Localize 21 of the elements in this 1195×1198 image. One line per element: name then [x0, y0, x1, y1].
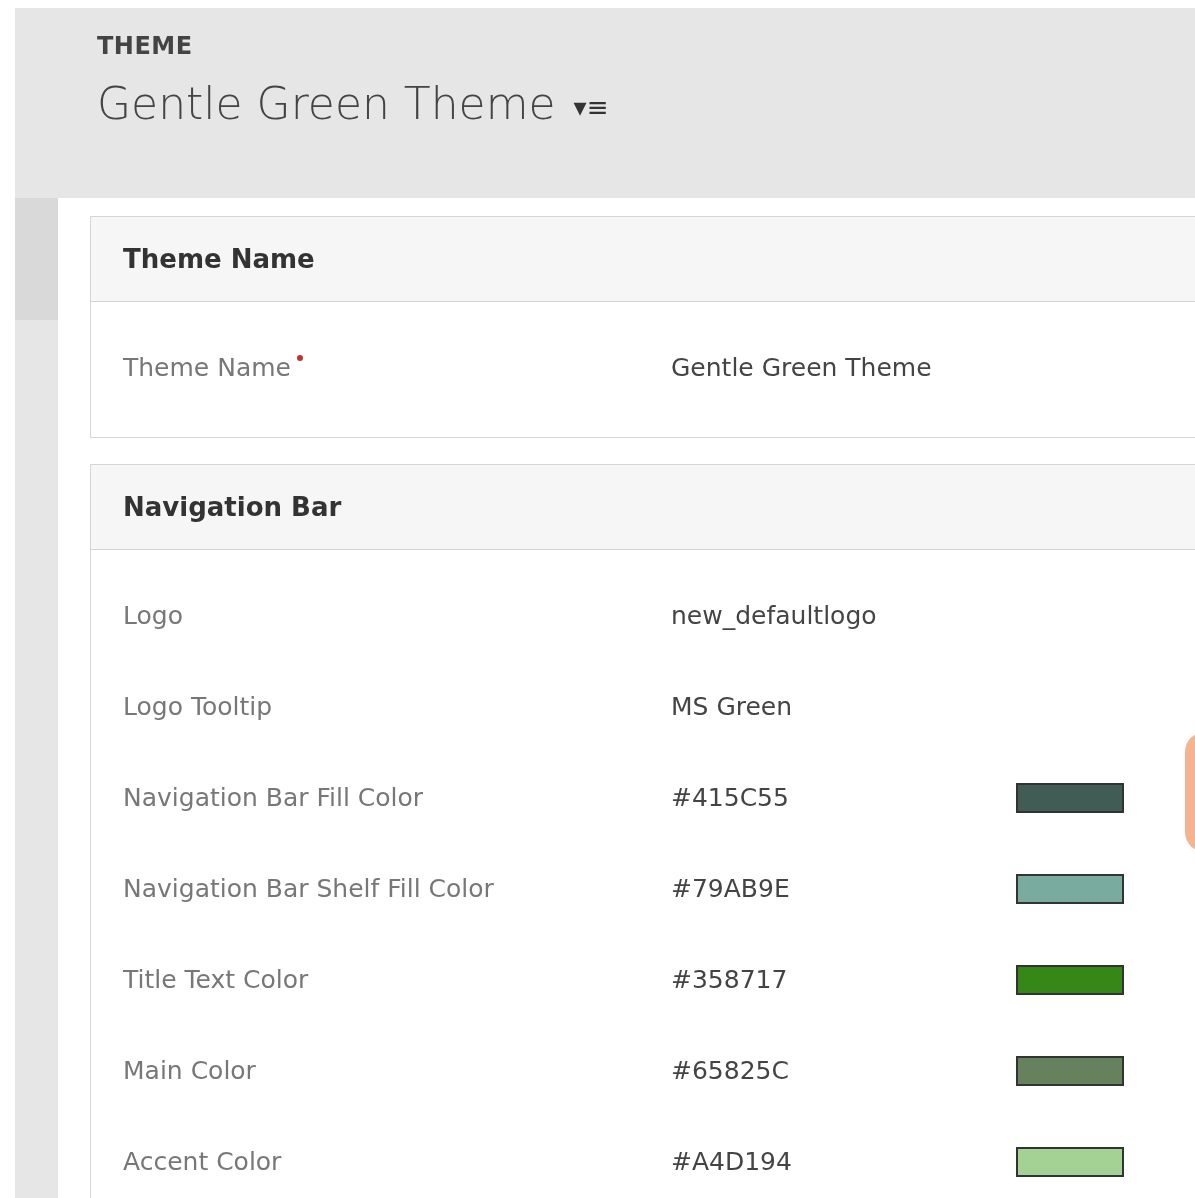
field-label: Title Text Color: [123, 965, 309, 994]
field-label: Theme Name: [123, 353, 291, 382]
record-title: Gentle Green Theme: [97, 78, 556, 129]
field-value[interactable]: #A4D194: [671, 1147, 1016, 1176]
field-label: Logo: [123, 601, 183, 630]
field-value[interactable]: #65825C: [671, 1056, 1016, 1085]
field-label: Logo Tooltip: [123, 692, 273, 721]
field-label: Accent Color: [123, 1147, 282, 1176]
entity-label: THEME: [97, 32, 194, 60]
field-label: Main Color: [123, 1056, 256, 1085]
field-label: Navigation Bar Shelf Fill Color: [123, 874, 494, 903]
field-value[interactable]: MS Green: [671, 692, 1016, 721]
section-title: Theme Name: [123, 244, 315, 274]
field-value[interactable]: #79AB9E: [671, 874, 1016, 903]
field-value[interactable]: Gentle Green Theme: [671, 353, 1016, 382]
field-label: Navigation Bar Fill Color: [123, 783, 424, 812]
menu-button[interactable]: ▾≡: [573, 91, 609, 122]
field-value[interactable]: #415C55: [671, 783, 1016, 812]
field-value[interactable]: new_defaultlogo: [671, 601, 1016, 630]
section-title: Navigation Bar: [123, 492, 342, 522]
field-value[interactable]: #358717: [671, 965, 1016, 994]
